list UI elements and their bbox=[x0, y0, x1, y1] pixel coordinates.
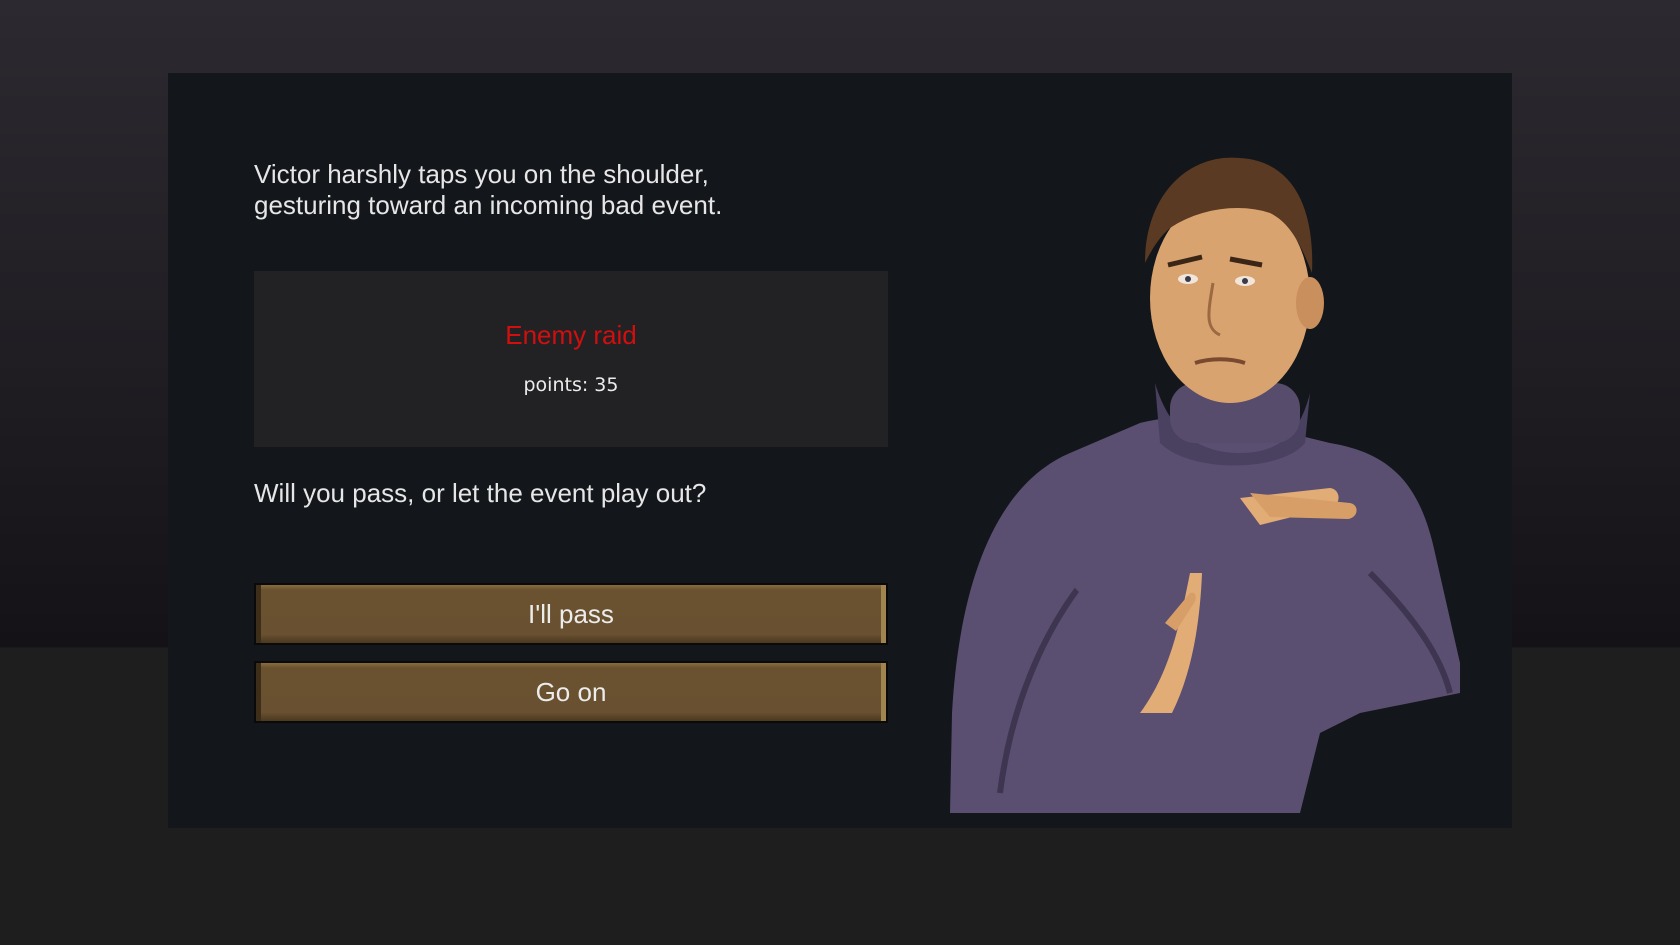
pass-button[interactable]: I'll pass bbox=[254, 583, 888, 645]
intro-line-1: Victor harshly taps you on the shoulder, bbox=[254, 159, 709, 189]
intro-text: Victor harshly taps you on the shoulder,… bbox=[254, 159, 874, 221]
storyteller-dialog: Victor harshly taps you on the shoulder,… bbox=[168, 73, 1512, 828]
storyteller-portrait-icon bbox=[950, 157, 1460, 813]
event-info-box: Enemy raid points: 35 bbox=[254, 271, 888, 447]
choice-question: Will you pass, or let the event play out… bbox=[254, 478, 707, 508]
go-on-button[interactable]: Go on bbox=[254, 661, 888, 723]
event-points: points: 35 bbox=[523, 374, 619, 396]
intro-line-2: gesturing toward an incoming bad event. bbox=[254, 190, 723, 220]
sweater-shape bbox=[950, 416, 1460, 813]
event-title: Enemy raid bbox=[505, 320, 637, 350]
